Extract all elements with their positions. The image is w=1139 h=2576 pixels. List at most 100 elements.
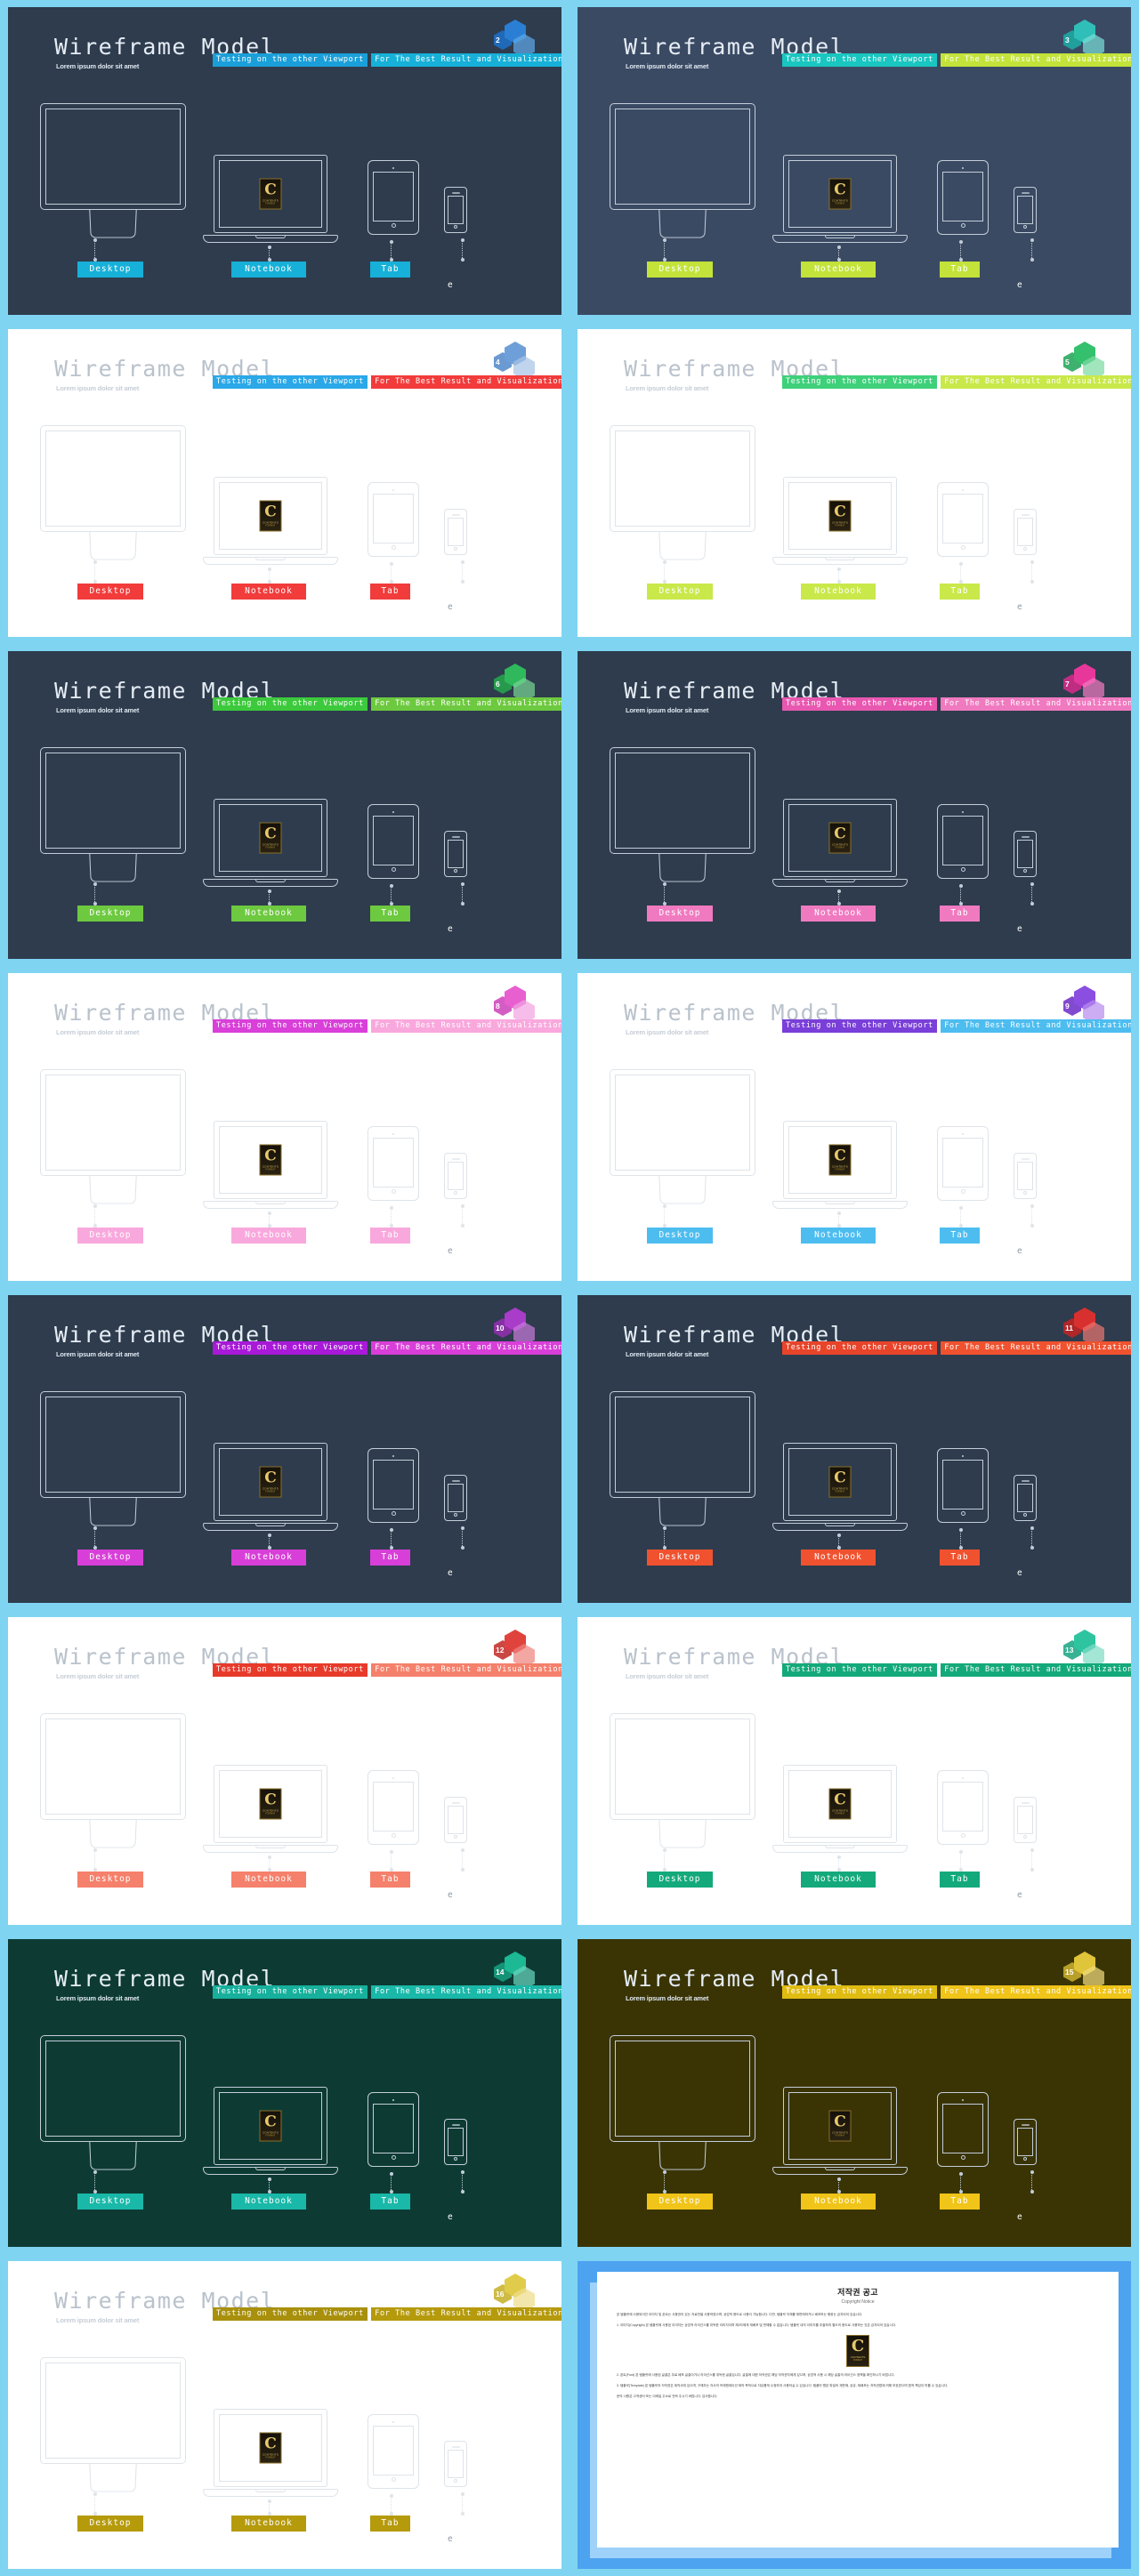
slide-thumbnail[interactable]: Wireframe Model Lorem ipsum dolor sit am…	[0, 644, 570, 966]
slide-thumbnail[interactable]: Wireframe Model Lorem ipsum dolor sit am…	[570, 0, 1139, 322]
device-label-row: Desktop Notebook Tab Mobil	[578, 1872, 1131, 1907]
slide-thumbnail[interactable]: Wireframe Model Lorem ipsum dolor sit am…	[0, 966, 570, 1288]
slide-thumbnail[interactable]: Wireframe Model Lorem ipsum dolor sit am…	[0, 2254, 570, 2576]
device-label-row: Desktop Notebook Tab Mobil	[8, 1872, 561, 1907]
slide-number: 14	[496, 1968, 505, 1976]
label-desktop[interactable]: Desktop	[77, 2194, 143, 2210]
label-tab[interactable]: Tab	[370, 2516, 410, 2532]
connector-mobile	[1030, 1204, 1035, 1228]
label-mobile-overflow: e	[448, 2212, 453, 2222]
label-tab[interactable]: Tab	[940, 1228, 980, 1244]
device-label-row: Desktop Notebook Tab Mobil	[578, 906, 1131, 941]
label-desktop[interactable]: Desktop	[77, 906, 143, 922]
contents-format-logo: C CONTENTS FORMAT	[259, 2110, 282, 2142]
slide-thumbnail[interactable]: Wireframe Model Lorem ipsum dolor sit am…	[0, 1288, 570, 1610]
connector-mobile	[1030, 1848, 1035, 1872]
copyright-slide-thumbnail[interactable]: 저작권 공고 Copyright Notice 본 템플릿에 사용되어진 이미지…	[570, 2254, 1139, 2576]
label-desktop[interactable]: Desktop	[647, 1228, 713, 1244]
label-desktop[interactable]: Desktop	[77, 584, 143, 600]
label-tab[interactable]: Tab	[370, 1550, 410, 1566]
label-tab[interactable]: Tab	[940, 262, 980, 278]
label-tab[interactable]: Tab	[370, 1228, 410, 1244]
label-notebook[interactable]: Notebook	[231, 584, 306, 600]
label-notebook[interactable]: Notebook	[231, 2194, 306, 2210]
label-desktop[interactable]: Desktop	[647, 906, 713, 922]
label-desktop[interactable]: Desktop	[77, 262, 143, 278]
notebook-icon: C CONTENTS FORMAT	[203, 799, 338, 887]
label-desktop[interactable]: Desktop	[647, 2194, 713, 2210]
label-notebook[interactable]: Notebook	[801, 2194, 876, 2210]
device-label-row: Desktop Notebook Tab Mobil	[8, 262, 561, 297]
label-notebook[interactable]: Notebook	[801, 262, 876, 278]
logo-letter: C	[264, 825, 277, 842]
label-notebook[interactable]: Notebook	[231, 1228, 306, 1244]
label-mobile-overflow: e	[448, 2534, 453, 2544]
notebook-icon: C CONTENTS FORMAT	[772, 1121, 908, 1209]
slide-canvas: Wireframe Model Lorem ipsum dolor sit am…	[578, 973, 1131, 1281]
label-desktop[interactable]: Desktop	[77, 1872, 143, 1888]
connector-desktop	[663, 1526, 667, 1550]
copyright-title: 저작권 공고	[837, 2288, 878, 2297]
slide-number: 7	[1065, 680, 1070, 688]
slide-number: 13	[1065, 1646, 1074, 1654]
mobile-phone-icon	[444, 1153, 467, 1199]
label-desktop[interactable]: Desktop	[77, 2516, 143, 2532]
label-tab[interactable]: Tab	[940, 906, 980, 922]
label-mobile-overflow: e	[1017, 602, 1022, 612]
tablet-icon	[368, 1770, 419, 1845]
label-tab[interactable]: Tab	[940, 1872, 980, 1888]
slide-thumbnail[interactable]: Wireframe Model Lorem ipsum dolor sit am…	[0, 0, 570, 322]
label-notebook[interactable]: Notebook	[231, 262, 306, 278]
device-label-row: Desktop Notebook Tab Mobil	[8, 1550, 561, 1585]
label-notebook[interactable]: Notebook	[231, 2516, 306, 2532]
label-tab[interactable]: Tab	[370, 584, 410, 600]
label-notebook[interactable]: Notebook	[801, 1872, 876, 1888]
slide-canvas: Wireframe Model Lorem ipsum dolor sit am…	[578, 1295, 1131, 1603]
label-notebook[interactable]: Notebook	[801, 906, 876, 922]
label-desktop[interactable]: Desktop	[77, 1550, 143, 1566]
label-tab[interactable]: Tab	[370, 1872, 410, 1888]
connector-mobile	[461, 2170, 465, 2194]
label-tab[interactable]: Tab	[370, 262, 410, 278]
copyright-slide: 저작권 공고 Copyright Notice 본 템플릿에 사용되어진 이미지…	[578, 2261, 1131, 2569]
connector-mobile	[461, 882, 465, 906]
connector-desktop	[93, 2170, 98, 2194]
logo-letter: C	[264, 2435, 277, 2452]
label-tab[interactable]: Tab	[370, 2194, 410, 2210]
label-tab[interactable]: Tab	[940, 584, 980, 600]
slide-thumbnail[interactable]: Wireframe Model Lorem ipsum dolor sit am…	[570, 644, 1139, 966]
slide-thumbnail[interactable]: Wireframe Model Lorem ipsum dolor sit am…	[570, 966, 1139, 1288]
slide-thumbnail[interactable]: Wireframe Model Lorem ipsum dolor sit am…	[0, 1610, 570, 1932]
desktop-monitor-icon	[610, 1391, 755, 1526]
slide-thumbnail[interactable]: Wireframe Model Lorem ipsum dolor sit am…	[570, 1288, 1139, 1610]
label-tab[interactable]: Tab	[940, 1550, 980, 1566]
label-desktop[interactable]: Desktop	[647, 584, 713, 600]
logo-letter: C	[264, 1469, 277, 1486]
label-notebook[interactable]: Notebook	[801, 1550, 876, 1566]
slide-canvas: Wireframe Model Lorem ipsum dolor sit am…	[8, 973, 561, 1281]
mobile-phone-icon	[444, 831, 467, 877]
slide-thumbnail[interactable]: Wireframe Model Lorem ipsum dolor sit am…	[0, 1932, 570, 2254]
slide-thumbnail[interactable]: Wireframe Model Lorem ipsum dolor sit am…	[570, 1932, 1139, 2254]
slide-thumbnail[interactable]: Wireframe Model Lorem ipsum dolor sit am…	[570, 1610, 1139, 1932]
label-tab[interactable]: Tab	[940, 2194, 980, 2210]
logo-letter: C	[264, 181, 277, 198]
label-desktop[interactable]: Desktop	[77, 1228, 143, 1244]
slide-canvas: Wireframe Model Lorem ipsum dolor sit am…	[578, 651, 1131, 959]
connector-tab	[390, 240, 394, 262]
slide-number: 9	[1065, 1002, 1070, 1010]
connector-notebook	[837, 246, 842, 262]
label-notebook[interactable]: Notebook	[231, 906, 306, 922]
label-desktop[interactable]: Desktop	[647, 262, 713, 278]
label-notebook[interactable]: Notebook	[801, 584, 876, 600]
label-notebook[interactable]: Notebook	[231, 1550, 306, 1566]
label-desktop[interactable]: Desktop	[647, 1550, 713, 1566]
label-notebook[interactable]: Notebook	[231, 1872, 306, 1888]
label-desktop[interactable]: Desktop	[647, 1872, 713, 1888]
slide-grid: Wireframe Model Lorem ipsum dolor sit am…	[0, 0, 1139, 2576]
slide-thumbnail[interactable]: Wireframe Model Lorem ipsum dolor sit am…	[0, 322, 570, 644]
slide-thumbnail[interactable]: Wireframe Model Lorem ipsum dolor sit am…	[570, 322, 1139, 644]
label-tab[interactable]: Tab	[370, 906, 410, 922]
label-notebook[interactable]: Notebook	[801, 1228, 876, 1244]
notebook-icon: C CONTENTS FORMAT	[203, 1443, 338, 1531]
